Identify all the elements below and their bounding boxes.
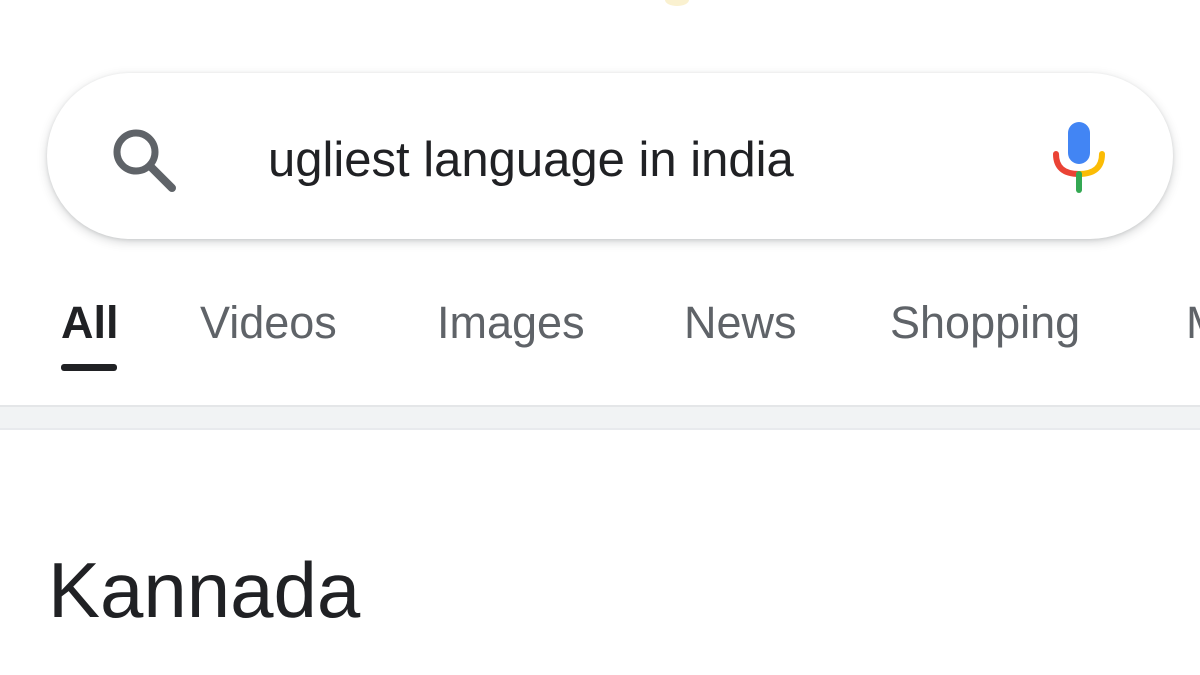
search-tabs: All Videos Images News Shopping M bbox=[0, 290, 1200, 380]
tab-images[interactable]: Images bbox=[437, 290, 585, 370]
section-divider bbox=[0, 405, 1200, 430]
tab-videos[interactable]: Videos bbox=[200, 290, 337, 370]
active-tab-indicator bbox=[61, 364, 117, 371]
search-input[interactable] bbox=[268, 120, 988, 200]
logo-fragment bbox=[665, 0, 689, 6]
mic-icon[interactable] bbox=[1050, 120, 1108, 194]
search-icon[interactable] bbox=[108, 124, 180, 196]
featured-answer: Kannada bbox=[48, 546, 361, 634]
tab-more[interactable]: M bbox=[1186, 290, 1200, 370]
tab-news[interactable]: News bbox=[684, 290, 797, 370]
tab-shopping[interactable]: Shopping bbox=[890, 290, 1080, 370]
search-results-page: All Videos Images News Shopping M Kannad… bbox=[0, 0, 1200, 675]
tab-all[interactable]: All bbox=[61, 290, 119, 370]
